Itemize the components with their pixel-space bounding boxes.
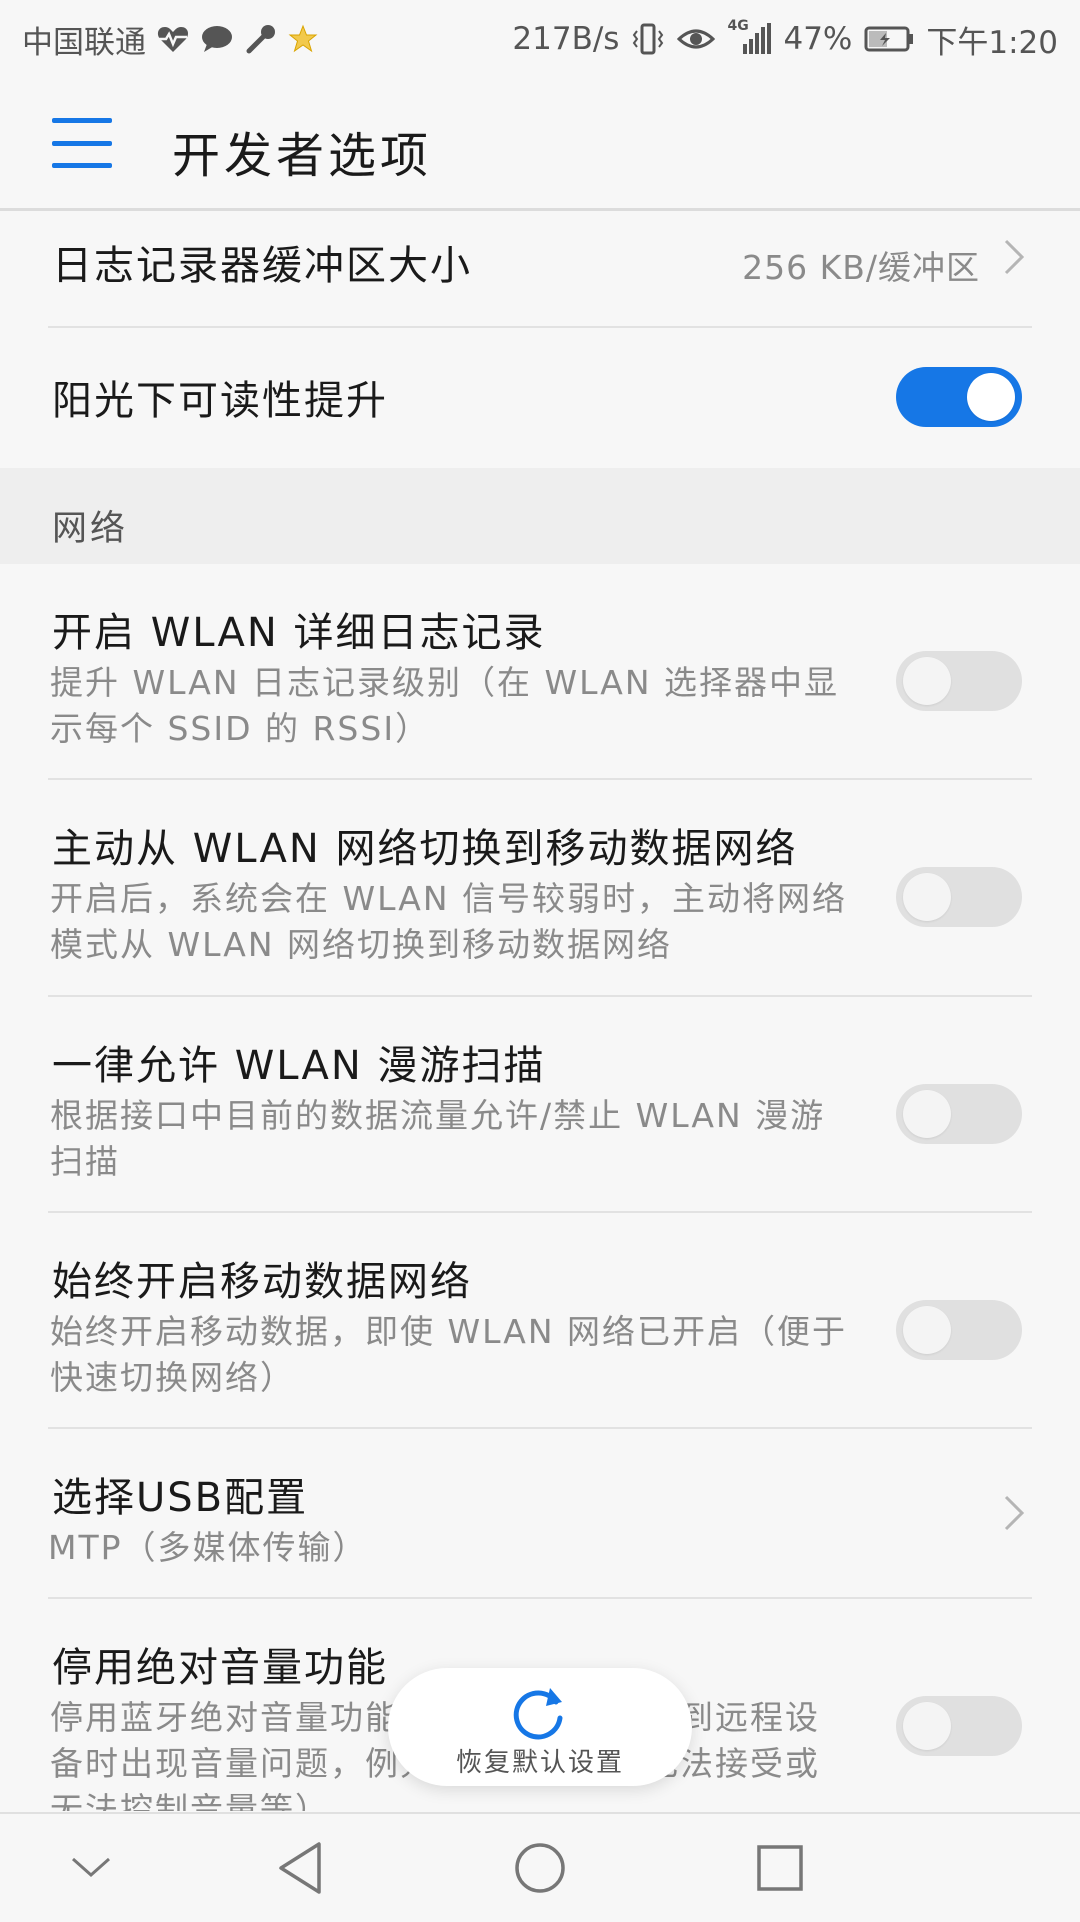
- app-bar: 开发者选项: [0, 78, 1080, 211]
- battery-percent: 47%: [783, 21, 853, 57]
- sunlight-readability-toggle[interactable]: [896, 367, 1022, 427]
- carrier-label: 中国联通: [22, 24, 146, 61]
- wlan-to-mobile-switch-desc: 开启后，系统会在 WLAN 信号较弱时，主动将网络模式从 WLAN 网络切换到移…: [50, 879, 848, 964]
- page-title: 开发者选项: [172, 128, 433, 184]
- status-bar-left: 中国联通: [22, 14, 318, 64]
- recents-square-icon: [757, 1845, 803, 1891]
- status-bar-right: 217B/s 4G 47% 下午1:20: [512, 14, 1058, 64]
- usb-config-value: MTP（多媒体传输）: [48, 1528, 368, 1567]
- sunlight-readability-title: 阳光下可读性提升: [52, 378, 388, 424]
- wlan-roaming-scan-item: 一律允许 WLAN 漫游扫描 根据接口中目前的数据流量允许/禁止 WLAN 漫游…: [0, 997, 1080, 1211]
- eye-icon: [677, 25, 716, 53]
- chevron-right-icon: [1004, 239, 1025, 275]
- home-button[interactable]: [505, 1836, 575, 1900]
- network-type-label: 4G: [727, 18, 749, 34]
- restore-defaults-button[interactable]: 恢复默认设置: [388, 1668, 692, 1786]
- star-badge-icon: [288, 24, 318, 54]
- net-speed-label: 217B/s: [512, 21, 620, 57]
- back-triangle-icon: [279, 1842, 321, 1894]
- wlan-to-mobile-switch-title: 主动从 WLAN 网络切换到移动数据网络: [52, 826, 798, 872]
- wlan-verbose-logging-desc: 提升 WLAN 日志记录级别（在 WLAN 选择器中显示每个 SSID 的 RS…: [50, 663, 840, 748]
- log-buffer-size-title: 日志记录器缓冲区大小: [52, 243, 472, 289]
- heart-pulse-icon: [156, 24, 190, 54]
- wlan-roaming-scan-title: 一律允许 WLAN 漫游扫描: [52, 1043, 546, 1089]
- back-button[interactable]: [266, 1836, 336, 1900]
- hide-nav-button[interactable]: [56, 1836, 126, 1900]
- battery-icon: [864, 25, 914, 53]
- absolute-volume-toggle[interactable]: [896, 1696, 1022, 1756]
- chevron-right-icon: [1004, 1495, 1025, 1531]
- usb-config-item[interactable]: 选择USB配置 MTP（多媒体传输）: [0, 1429, 1080, 1597]
- section-header-network: 网络: [0, 468, 1080, 564]
- wlan-to-mobile-switch-toggle[interactable]: [896, 867, 1022, 927]
- absolute-volume-title: 停用绝对音量功能: [52, 1645, 388, 1691]
- usb-config-title: 选择USB配置: [52, 1475, 309, 1521]
- section-label: 网络: [52, 509, 129, 549]
- mobile-data-always-on-title: 始终开启移动数据网络: [52, 1259, 472, 1305]
- signal-icon: 4G: [727, 18, 772, 56]
- mobile-data-always-on-desc: 始终开启移动数据，即使 WLAN 网络已开启（便于快速切换网络）: [50, 1312, 848, 1397]
- log-buffer-size-value: 256 KB/缓冲区: [742, 248, 980, 287]
- clock-label: 下午1:20: [926, 24, 1058, 61]
- wlan-verbose-logging-title: 开启 WLAN 详细日志记录: [52, 610, 546, 656]
- vibrate-icon: [631, 22, 665, 56]
- restore-defaults-label: 恢复默认设置: [455, 1748, 624, 1778]
- settings-list: 日志记录器缓冲区大小 256 KB/缓冲区 阳光下可读性提升 网络 开启 WLA…: [0, 211, 1080, 1811]
- wlan-verbose-logging-toggle[interactable]: [896, 651, 1022, 711]
- status-bar: 中国联通 217B/s 4G 47% 下午1:20: [0, 0, 1080, 78]
- navigation-bar: [0, 1812, 1080, 1922]
- sunlight-readability-item: 阳光下可读性提升: [0, 328, 1080, 468]
- home-circle-icon: [515, 1843, 565, 1893]
- log-buffer-size-item[interactable]: 日志记录器缓冲区大小 256 KB/缓冲区: [0, 211, 1080, 327]
- refresh-icon: [513, 1688, 563, 1740]
- chevron-down-icon: [72, 1857, 110, 1878]
- wlan-verbose-logging-item: 开启 WLAN 详细日志记录 提升 WLAN 日志记录级别（在 WLAN 选择器…: [0, 564, 1080, 778]
- wlan-roaming-scan-desc: 根据接口中目前的数据流量允许/禁止 WLAN 漫游扫描: [50, 1096, 826, 1181]
- recents-button[interactable]: [745, 1836, 815, 1900]
- wlan-roaming-scan-toggle[interactable]: [896, 1084, 1022, 1144]
- hamburger-menu-icon[interactable]: [52, 118, 112, 168]
- mobile-data-always-on-toggle[interactable]: [896, 1300, 1022, 1360]
- mobile-data-always-on-item: 始终开启移动数据网络 始终开启移动数据，即使 WLAN 网络已开启（便于快速切换…: [0, 1213, 1080, 1427]
- key-icon: [244, 23, 278, 55]
- chat-bubble-icon: [200, 24, 234, 54]
- wlan-to-mobile-switch-item: 主动从 WLAN 网络切换到移动数据网络 开启后，系统会在 WLAN 信号较弱时…: [0, 780, 1080, 995]
